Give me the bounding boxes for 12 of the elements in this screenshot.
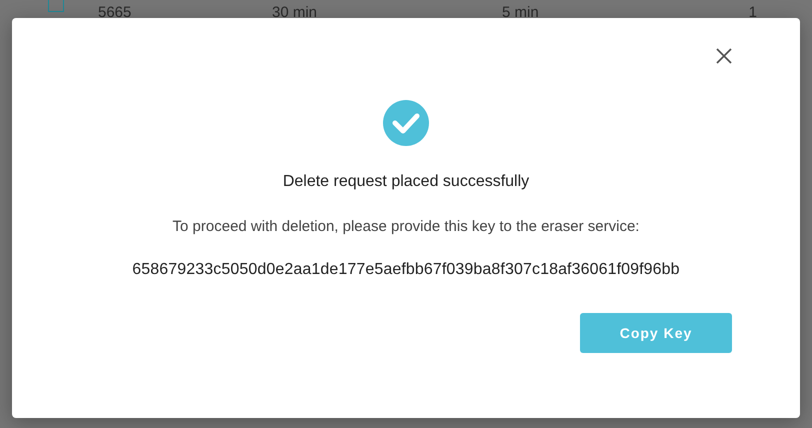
table-cell-text: 5665 bbox=[98, 6, 132, 18]
copy-key-button[interactable]: Copy Key bbox=[580, 313, 732, 353]
table-cell-text: 5 min bbox=[502, 6, 540, 18]
check-circle-icon bbox=[382, 99, 430, 147]
dialog-message: To proceed with deletion, please provide this key to the eraser service: bbox=[172, 218, 640, 235]
close-icon bbox=[716, 48, 732, 64]
checkbox[interactable] bbox=[48, 0, 64, 12]
table-cell-text: 1 bbox=[748, 6, 757, 18]
close-button[interactable] bbox=[714, 46, 734, 66]
table-cell-text: 30 min bbox=[272, 6, 318, 18]
deletion-key: 658679233c5050d0e2aa1de177e5aefbb67f039ba8f307c18af36061f09f96bb bbox=[132, 261, 680, 279]
dialog-title: Delete request placed successfully bbox=[282, 173, 530, 191]
